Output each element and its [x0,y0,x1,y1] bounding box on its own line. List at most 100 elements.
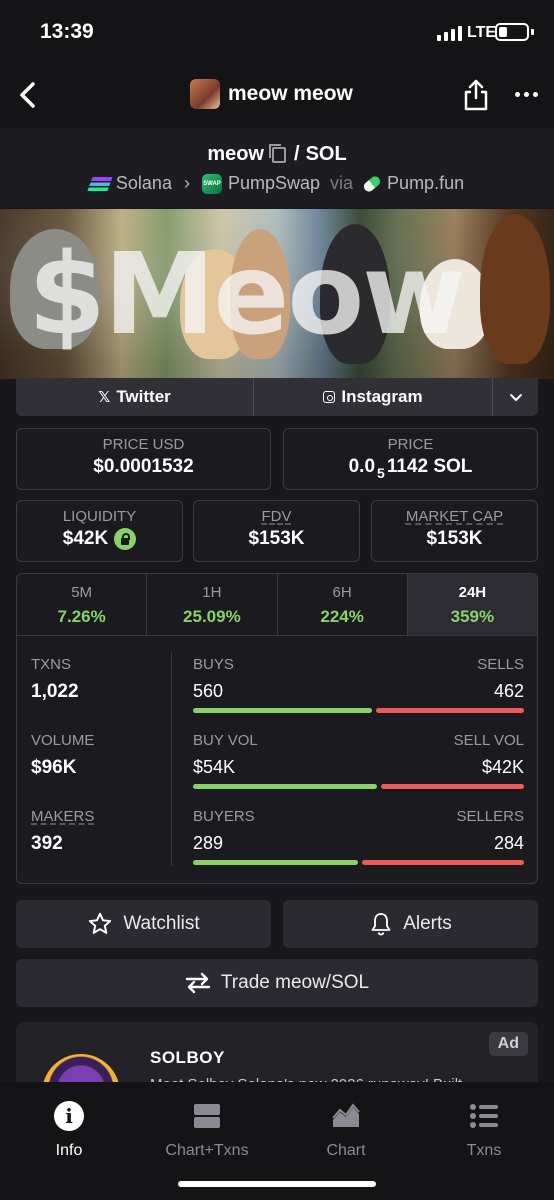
buys-sells-bar [193,708,524,713]
tab-label: 6H [332,584,352,601]
instagram-link[interactable]: Instagram [254,378,493,416]
chevron-down-icon [509,394,522,402]
twitter-link[interactable]: 𝕏 Twitter [16,378,254,416]
sells-value: 462 [493,681,524,701]
tab-info[interactable]: i Info [9,1100,129,1160]
info-icon: i [54,1101,84,1131]
alerts-label: Alerts [403,913,452,934]
clock: 13:39 [40,20,94,43]
tab-change-value: 25.09% [183,607,241,626]
sellers-bar-fill [361,860,524,865]
more-links-button[interactable] [493,378,538,416]
volume-label: VOLUME [31,732,95,749]
makers-value: 392 [31,833,63,854]
stats-divider [171,652,172,866]
market-cap-label[interactable]: MARKET CAP [372,508,537,525]
sellers-label: SELLERS [456,808,524,825]
instagram-label: Instagram [341,387,423,406]
price-native-value: 0.0 5 1142 SOL [284,456,537,481]
txns-value: 1,022 [31,681,79,702]
token-avatar [190,79,220,109]
split-view-icon [194,1104,220,1128]
buy-vol-value: $54K [193,757,236,777]
buys-label: BUYS [193,656,234,673]
volume-bar [193,784,524,789]
fdv-value: $153K [248,528,305,549]
price-native-label: PRICE [387,436,434,453]
buyers-bar [193,860,524,865]
liquidity-value: $42K [62,528,109,549]
share-icon[interactable] [462,78,490,112]
price-usd-label: PRICE USD [102,436,185,453]
liquidity-label: LIQUIDITY [62,508,137,525]
quote-symbol: SOL [305,143,347,165]
buy-vol-label: BUY VOL [193,732,258,749]
chevron-right-icon: › [183,173,190,193]
twitter-label: Twitter [116,387,171,406]
copy-icon[interactable] [269,143,286,163]
buy-bar-fill [193,708,373,713]
price-usd-card: PRICE USD $0.0001532 [16,428,271,490]
market-cap-value: $153K [426,528,483,549]
alerts-button[interactable]: Alerts [283,900,538,948]
buy-vol-bar-fill [193,784,378,789]
banner-horse-figure [480,214,550,364]
txns-label: TXNS [31,656,72,673]
page-title: meow meow [228,82,353,105]
buyers-label: BUYERS [193,808,255,825]
liquidity-card: LIQUIDITY $42K [16,500,183,562]
tab-label: 1H [202,584,222,601]
tab-chart[interactable]: Chart [286,1100,406,1160]
social-links: 𝕏 Twitter Instagram [16,378,538,416]
watchlist-label: Watchlist [123,913,200,934]
dex-name[interactable]: PumpSwap [228,173,320,194]
volume-stat: VOLUME $96K [31,732,94,779]
price-native-prefix: 0.0 [348,456,376,477]
price-usd-value: $0.0001532 [93,456,194,477]
tab-6h[interactable]: 6H 224% [278,574,408,635]
fdv-card: FDV $153K [193,500,360,562]
more-options-icon[interactable] [515,92,538,97]
tab-chart-label: Chart [326,1142,366,1159]
tab-txns-label: Txns [466,1142,502,1159]
trade-label: Trade meow/SOL [220,972,370,993]
token-banner: $Meow [0,209,554,379]
status-bar: 13:39 LTE [0,0,554,62]
pair-header: meow / SOL Solana › SWAP PumpSwap via Pu… [0,128,554,208]
swap-arrows-icon [185,972,211,994]
timeframe-tabs: 5M 7.26% 1H 25.09% 6H 224% 24H 359% [17,574,537,636]
tab-1h[interactable]: 1H 25.09% [147,574,278,635]
buyers-sellers-row: BUYERS SELLERS 289 284 [193,808,524,865]
volume-value: $96K [31,757,77,778]
lock-icon[interactable] [114,528,137,550]
sell-vol-label: SELL VOL [453,732,524,749]
sell-vol-value: $42K [481,757,524,777]
tab-24h[interactable]: 24H 359% [407,574,537,635]
star-icon [89,912,112,934]
buy-sell-volume-row: BUY VOL SELL VOL $54K $42K [193,732,524,789]
home-indicator [178,1181,376,1187]
tab-chart-txns-label: Chart+Txns [165,1142,249,1159]
tab-chart-txns[interactable]: Chart+Txns [147,1100,267,1160]
chain-breadcrumb: Solana › SWAP PumpSwap via Pump.fun [0,173,554,194]
chain-name[interactable]: Solana [116,173,172,194]
sell-bar-fill [376,708,524,713]
watchlist-button[interactable]: Watchlist [16,900,271,948]
solana-icon [87,176,113,191]
tab-change-value: 7.26% [57,607,106,626]
tab-txns[interactable]: Txns [424,1100,544,1160]
back-arrow-icon[interactable] [16,80,40,110]
pair-title: meow / SOL [0,143,554,166]
tab-5m[interactable]: 5M 7.26% [17,574,148,635]
makers-label[interactable]: MAKERS [31,808,94,825]
pill-icon [361,173,383,194]
tab-change-value: 359% [450,607,495,626]
trade-button[interactable]: Trade meow/SOL [16,959,538,1007]
sell-vol-bar-fill [381,784,524,789]
fdv-label[interactable]: FDV [194,508,359,525]
ad-brand: SOLBOY [150,1048,225,1067]
price-zero-count: 5 [377,465,385,481]
via-text: via [330,173,354,193]
launchpad-name[interactable]: Pump.fun [387,173,464,194]
buys-value: 560 [193,681,224,701]
